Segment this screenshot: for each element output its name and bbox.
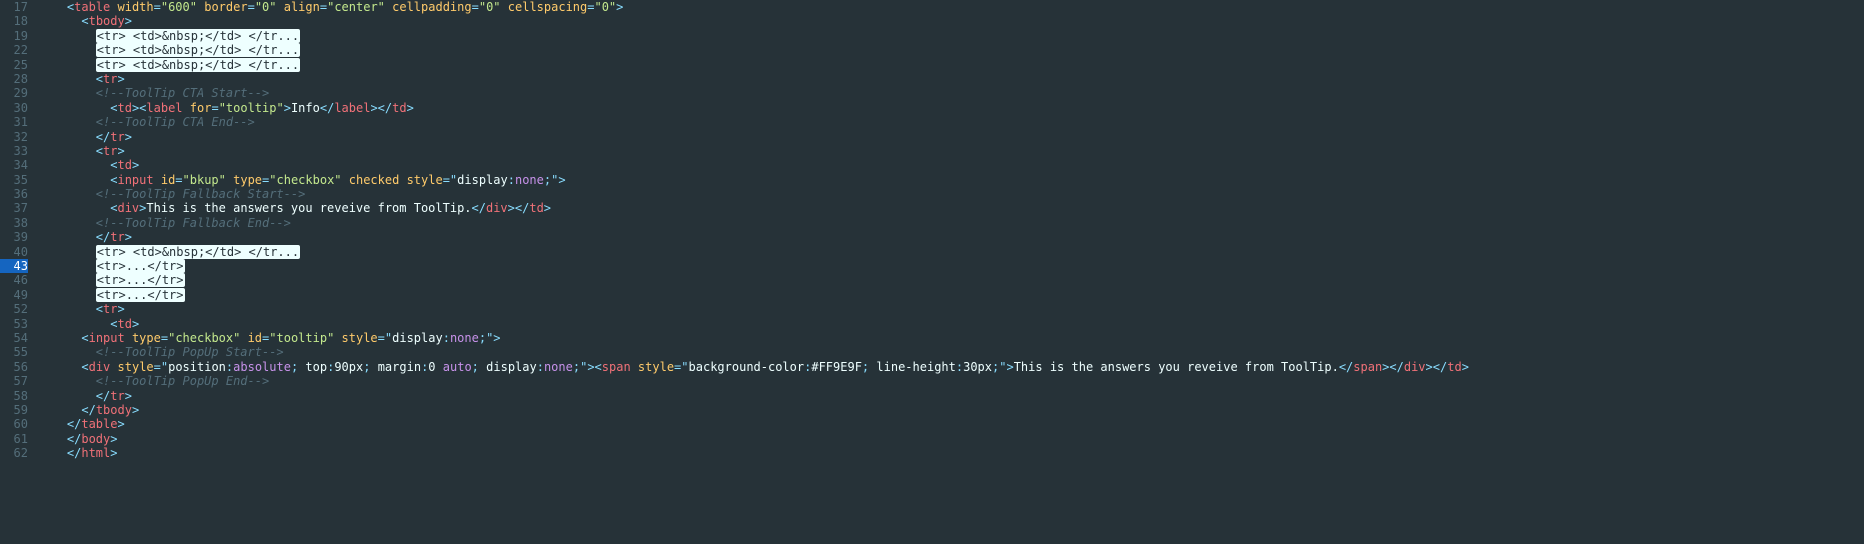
- code-line[interactable]: <div style="position:absolute; top:90px;…: [38, 360, 1864, 374]
- line-number[interactable]: 18: [0, 14, 28, 28]
- code-line[interactable]: </tr>: [38, 389, 1864, 403]
- code-area[interactable]: <table width="600" border="0" align="cen…: [38, 0, 1864, 461]
- line-number[interactable]: 38: [0, 216, 28, 230]
- code-editor[interactable]: 1718192225282930313233343536373839404346…: [0, 0, 1864, 461]
- line-number[interactable]: 28: [0, 72, 28, 86]
- code-line[interactable]: <tr>...</tr>: [38, 288, 1864, 302]
- fold-marker[interactable]: <tr>...</tr>: [96, 259, 185, 273]
- line-number[interactable]: 30: [0, 101, 28, 115]
- line-number[interactable]: 31: [0, 115, 28, 129]
- line-number[interactable]: 49: [0, 288, 28, 302]
- code-line[interactable]: <tr> <td>&nbsp;</td> </tr...: [38, 58, 1864, 72]
- line-number[interactable]: 55: [0, 345, 28, 359]
- line-number[interactable]: 17: [0, 0, 28, 14]
- line-number[interactable]: 46: [0, 273, 28, 287]
- line-number[interactable]: 62: [0, 446, 28, 460]
- line-number[interactable]: 22: [0, 43, 28, 57]
- fold-marker[interactable]: <tr> <td>&nbsp;</td> </tr...: [96, 29, 300, 43]
- code-line[interactable]: <td>: [38, 158, 1864, 172]
- code-line[interactable]: </tr>: [38, 230, 1864, 244]
- code-line[interactable]: <tbody>: [38, 14, 1864, 28]
- line-number[interactable]: 35: [0, 173, 28, 187]
- fold-marker[interactable]: <tr> <td>&nbsp;</td> </tr...: [96, 58, 300, 72]
- code-line[interactable]: <td>: [38, 317, 1864, 331]
- line-number[interactable]: 60: [0, 417, 28, 431]
- code-line[interactable]: </table>: [38, 417, 1864, 431]
- code-line[interactable]: <tr>: [38, 144, 1864, 158]
- code-line[interactable]: </body>: [38, 432, 1864, 446]
- line-number[interactable]: 57: [0, 374, 28, 388]
- code-line[interactable]: <input id="bkup" type="checkbox" checked…: [38, 173, 1864, 187]
- line-number[interactable]: 40: [0, 245, 28, 259]
- code-line[interactable]: <div>This is the answers you reveive fro…: [38, 201, 1864, 215]
- code-line[interactable]: <!--ToolTip Fallback End-->: [38, 216, 1864, 230]
- code-line[interactable]: </tr>: [38, 130, 1864, 144]
- code-line[interactable]: <tr>: [38, 302, 1864, 316]
- line-number[interactable]: 34: [0, 158, 28, 172]
- fold-marker[interactable]: <tr>...</tr>: [96, 273, 185, 287]
- code-line[interactable]: <tr> <td>&nbsp;</td> </tr...: [38, 29, 1864, 43]
- line-number[interactable]: 53: [0, 317, 28, 331]
- line-number[interactable]: 29: [0, 86, 28, 100]
- fold-marker[interactable]: <tr> <td>&nbsp;</td> </tr...: [96, 245, 300, 259]
- line-number[interactable]: 56: [0, 360, 28, 374]
- line-number[interactable]: 54: [0, 331, 28, 345]
- code-line[interactable]: <!--ToolTip CTA End-->: [38, 115, 1864, 129]
- code-line[interactable]: <table width="600" border="0" align="cen…: [38, 0, 1864, 14]
- line-number[interactable]: 25: [0, 58, 28, 72]
- line-number[interactable]: 61: [0, 432, 28, 446]
- line-number-gutter[interactable]: 1718192225282930313233343536373839404346…: [0, 0, 38, 461]
- code-line[interactable]: <!--ToolTip CTA Start-->: [38, 86, 1864, 100]
- code-line[interactable]: <tr>: [38, 72, 1864, 86]
- code-line[interactable]: <input type="checkbox" id="tooltip" styl…: [38, 331, 1864, 345]
- code-line[interactable]: <!--ToolTip PopUp End-->: [38, 374, 1864, 388]
- line-number[interactable]: 52: [0, 302, 28, 316]
- line-number[interactable]: 43: [0, 259, 28, 273]
- code-line[interactable]: <tr>...</tr>: [38, 273, 1864, 287]
- line-number[interactable]: 59: [0, 403, 28, 417]
- line-number[interactable]: 32: [0, 130, 28, 144]
- code-line[interactable]: </tbody>: [38, 403, 1864, 417]
- line-number[interactable]: 58: [0, 389, 28, 403]
- code-line[interactable]: <!--ToolTip PopUp Start-->: [38, 345, 1864, 359]
- code-line[interactable]: <tr> <td>&nbsp;</td> </tr...: [38, 43, 1864, 57]
- code-line[interactable]: <td><label for="tooltip">Info</label></t…: [38, 101, 1864, 115]
- line-number[interactable]: 33: [0, 144, 28, 158]
- code-line[interactable]: <!--ToolTip Fallback Start-->: [38, 187, 1864, 201]
- line-number[interactable]: 19: [0, 29, 28, 43]
- fold-marker[interactable]: <tr>...</tr>: [96, 288, 185, 302]
- code-line[interactable]: </html>: [38, 446, 1864, 460]
- line-number[interactable]: 39: [0, 230, 28, 244]
- line-number[interactable]: 37: [0, 201, 28, 215]
- line-number[interactable]: 36: [0, 187, 28, 201]
- code-line[interactable]: <tr>...</tr>: [38, 259, 1864, 273]
- code-line[interactable]: <tr> <td>&nbsp;</td> </tr...: [38, 245, 1864, 259]
- fold-marker[interactable]: <tr> <td>&nbsp;</td> </tr...: [96, 43, 300, 57]
